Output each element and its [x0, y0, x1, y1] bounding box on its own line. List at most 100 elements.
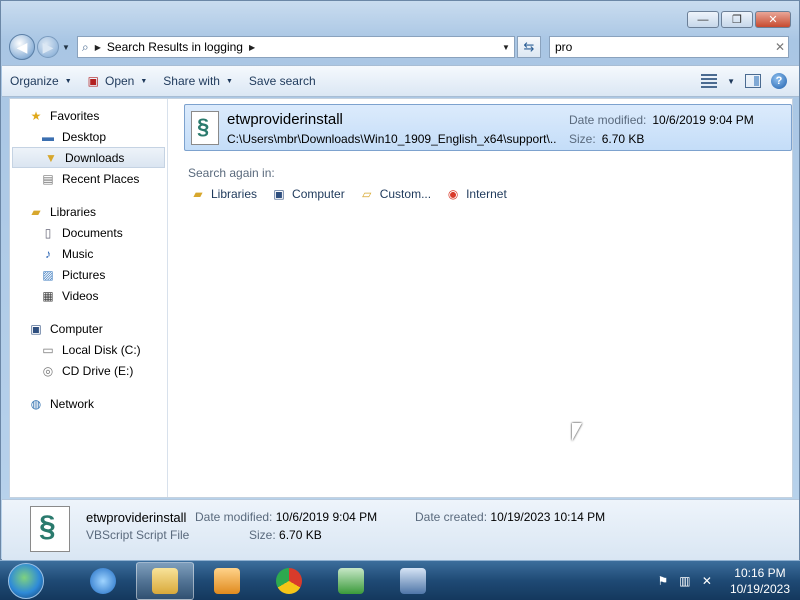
taskbar-explorer[interactable] [136, 561, 194, 600]
search-input[interactable]: pro ✕ [549, 36, 789, 58]
nav-label: Videos [62, 288, 99, 303]
videos-icon: ▦ [42, 288, 54, 303]
command-bar: Organize ▼ ▣ Open ▼ Share with ▼ Save se… [2, 65, 799, 97]
clock-date: 10/19/2023 [729, 581, 790, 596]
nav-item-videos[interactable]: ▦ Videos [10, 285, 167, 306]
nav-item-downloads[interactable]: ▼ Downloads [12, 147, 165, 168]
remote-desktop-icon [400, 567, 426, 594]
search-again-item-label: Libraries [211, 187, 258, 201]
window-controls: — ❐ ✕ [687, 11, 791, 28]
chrome-icon: ◉ [447, 187, 459, 201]
nav-label: Network [50, 396, 95, 411]
open-label: Open [104, 74, 135, 88]
results-pane: etwproviderinstall C:\Users\mbr\Download… [170, 99, 792, 497]
preview-pane-icon[interactable] [745, 74, 761, 88]
change-view-icon[interactable] [701, 74, 718, 88]
open-file-icon: ▣ [87, 74, 99, 88]
details-date-created-value: 10/19/2023 10:14 PM [490, 510, 606, 524]
nav-item-cd-drive[interactable]: ◎ CD Drive (E:) [10, 360, 167, 381]
forward-button[interactable]: ▶ [37, 36, 59, 58]
help-icon[interactable]: ? [771, 73, 787, 89]
breadcrumb-chevron-icon[interactable]: ▶ [249, 43, 255, 52]
search-again-internet[interactable]: ◉ Internet [445, 187, 507, 201]
size-value: 6.70 KB [601, 132, 645, 146]
taskbar-internet-explorer[interactable] [74, 562, 132, 600]
breadcrumb-chevron-icon[interactable]: ▶ [95, 43, 101, 52]
minimize-button[interactable]: — [687, 11, 719, 28]
clear-search-icon[interactable]: ✕ [772, 40, 788, 54]
cd-drive-icon: ◎ [42, 363, 54, 378]
organize-button[interactable]: Organize ▼ [2, 66, 80, 96]
pictures-icon: ▨ [42, 267, 54, 282]
desktop-icon: ▬ [42, 129, 54, 144]
maximize-button[interactable]: ❐ [721, 11, 753, 28]
date-modified-value: 10/6/2019 9:04 PM [652, 113, 754, 127]
share-with-button[interactable]: Share with ▼ [155, 66, 241, 96]
close-button[interactable]: ✕ [755, 11, 791, 28]
libraries-icon: ▰ [193, 187, 203, 201]
refresh-button[interactable]: ⇆ [517, 36, 541, 58]
nav-item-favorites[interactable]: ★ Favorites [10, 105, 167, 126]
date-modified-label: Date modified: [569, 113, 647, 127]
search-again-label: Search again in: [188, 166, 275, 180]
save-search-label: Save search [248, 74, 316, 88]
start-button[interactable] [8, 562, 44, 599]
nav-item-computer[interactable]: ▣ Computer [10, 318, 167, 339]
result-file-path: C:\Users\mbr\Downloads\Win10_1909_Englis… [227, 132, 557, 146]
chrome-icon [276, 567, 302, 594]
chevron-down-icon: ▼ [225, 77, 233, 85]
taskbar-download-app[interactable] [322, 562, 380, 600]
nav-item-pictures[interactable]: ▨ Pictures [10, 264, 167, 285]
details-date-modified-label: Date modified: [195, 510, 273, 524]
breadcrumb-location[interactable]: Search Results in logging [107, 40, 243, 54]
open-button[interactable]: ▣ Open ▼ [80, 66, 156, 96]
result-file-name: etwproviderinstall [227, 111, 343, 128]
details-file-type: VBScript Script File [86, 528, 190, 542]
system-tray: ⚑ ▥ ✕ 10:16 PM 10/19/2023 [656, 565, 800, 597]
vbscript-file-large-icon [30, 506, 70, 552]
nav-label: Music [62, 246, 94, 261]
nav-item-desktop[interactable]: ▬ Desktop [10, 126, 167, 147]
clock-time: 10:16 PM [734, 565, 786, 580]
organize-label: Organize [10, 74, 59, 88]
back-arrow-icon: ◀ [16, 38, 28, 55]
nav-item-libraries[interactable]: ▰ Libraries [10, 201, 167, 222]
nav-item-network[interactable]: ◍ Network [10, 393, 167, 414]
network-tray-icon[interactable]: ▥ [678, 574, 692, 588]
nav-item-recent-places[interactable]: ▤ Recent Places [10, 168, 167, 189]
back-button[interactable]: ◀ [9, 34, 35, 60]
taskbar-chrome[interactable] [260, 562, 318, 600]
size-label: Size: [569, 132, 596, 146]
nav-item-music[interactable]: ♪ Music [10, 243, 167, 264]
nav-label: Computer [50, 321, 103, 336]
taskbar-remote-desktop[interactable] [384, 562, 442, 600]
taskbar: ⚑ ▥ ✕ 10:16 PM 10/19/2023 [0, 560, 800, 600]
volume-muted-icon[interactable]: ✕ [700, 574, 714, 588]
details-size-label: Size: [249, 528, 276, 542]
nav-item-local-disk[interactable]: ▭ Local Disk (C:) [10, 339, 167, 360]
save-search-button[interactable]: Save search [241, 66, 324, 96]
nav-label: Favorites [50, 108, 100, 123]
taskbar-media-player[interactable] [198, 562, 256, 600]
recent-pages-dropdown[interactable]: ▼ [61, 43, 71, 52]
search-again-computer[interactable]: ▣ Computer [271, 187, 344, 201]
navigation-pane: ★ Favorites ▬ Desktop ▼ Downloads ▤ Recent P… [10, 99, 168, 497]
share-with-label: Share with [163, 74, 220, 88]
search-again-custom[interactable]: ▱ Custom... [359, 187, 431, 201]
network-icon: ◍ [30, 396, 42, 411]
nav-label: CD Drive (E:) [62, 363, 134, 378]
search-again-libraries[interactable]: ▰ Libraries [190, 187, 257, 201]
nav-label: Desktop [62, 129, 107, 144]
nav-label: Local Disk (C:) [62, 342, 141, 357]
view-options-dropdown-icon[interactable]: ▼ [727, 77, 735, 86]
result-size: Size: 6.70 KB [569, 132, 644, 146]
address-bar[interactable]: ⌕ ▶ Search Results in logging ▶ ▼ [77, 36, 515, 58]
vbscript-file-icon [191, 111, 219, 145]
details-size-value: 6.70 KB [279, 528, 322, 542]
chevron-down-icon: ▼ [64, 77, 72, 85]
clock[interactable]: 10:16 PM 10/19/2023 [730, 565, 790, 597]
search-result-item[interactable]: etwproviderinstall C:\Users\mbr\Download… [184, 104, 792, 151]
nav-item-documents[interactable]: ▯ Documents [10, 222, 167, 243]
address-dropdown-icon[interactable]: ▼ [498, 43, 514, 52]
action-center-flag-icon[interactable]: ⚑ [656, 574, 670, 588]
